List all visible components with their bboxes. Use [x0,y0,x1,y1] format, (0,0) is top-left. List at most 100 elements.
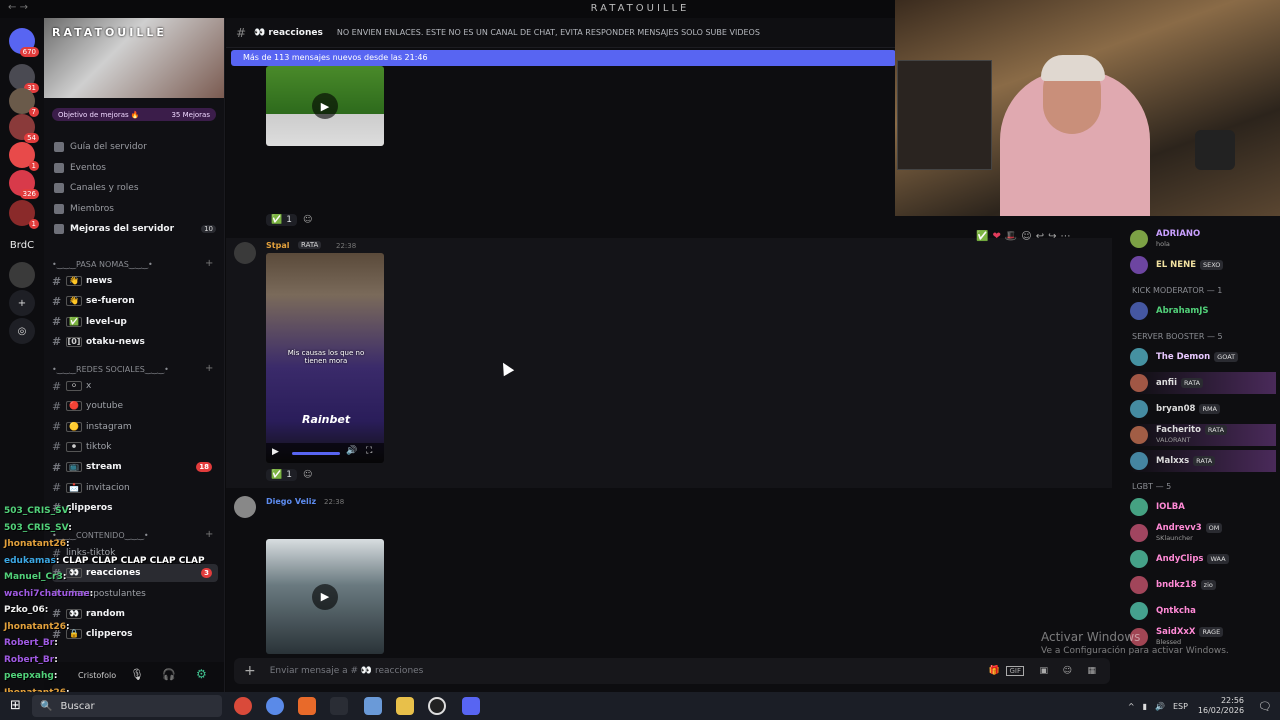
seek-bar[interactable] [292,452,340,455]
file-explorer-icon[interactable] [396,697,414,715]
live-icon[interactable] [330,697,348,715]
member-andyclips[interactable]: AndyClips WAA [1130,548,1276,570]
video-thumbnail[interactable]: ▶ [266,539,384,654]
play-icon[interactable]: ▶ [312,583,338,610]
add-server-icon[interactable]: + [9,290,35,316]
member-bndkz18[interactable]: bndkz18 zio [1130,574,1276,596]
nav-calendar[interactable]: Eventos [54,163,218,173]
add-reaction-icon[interactable]: ☺ [303,215,312,225]
channel-tiktok[interactable]: # ⚫ tiktok [52,438,218,456]
overlay-text: : [44,605,49,615]
check-reaction-icon[interactable]: ✅ [976,231,988,242]
nav-list[interactable]: Canales y roles [54,183,218,193]
category-header[interactable]: •‿‿‿REDES SOCIALES‿‿‿• [52,365,169,374]
clock[interactable]: 22:56 16/02/2026 [1198,696,1244,716]
nav-members[interactable]: Miembros [54,204,218,214]
server-icon-8[interactable]: BrdC [9,232,35,258]
channel-se-fueron[interactable]: # 👋 se-fueron [52,292,218,310]
channel-topic[interactable]: NO ENVIEN ENLACES. ESTE NO ES UN CANAL D… [337,28,760,37]
channel-news[interactable]: # 👋 news [52,272,218,290]
volume-tray-icon[interactable]: 🔊 [1155,702,1165,711]
channel-otaku-news[interactable]: # [0] otaku-news [52,333,218,351]
server-banner[interactable]: RATATOUILLE [44,18,224,98]
fullscreen-icon[interactable]: ⛶ [366,446,372,456]
member-andrevv3[interactable]: Andrevv3 OM SKlauncher [1130,522,1276,544]
reply-icon[interactable]: ↩ [1036,231,1044,242]
video-thumbnail[interactable]: ▶ [266,66,384,146]
server-icon-2[interactable]: 31 [9,64,39,93]
boost-goal-bar[interactable]: Objetivo de mejoras 🔥 35 Mejoras [52,108,216,121]
member-malxxs[interactable]: Malxxs RATA [1130,450,1276,472]
reaction-check[interactable]: ✅ 1 [266,469,297,481]
taskbar-search[interactable]: 🔍 Buscar [32,695,222,717]
member-bryan08[interactable]: bryan08 RMA [1130,398,1276,420]
volume-icon[interactable]: 🔊 [346,446,357,456]
add-reaction-icon[interactable]: ☺ [303,470,312,480]
channel-x[interactable]: # ⚪ x [52,377,218,395]
network-icon[interactable]: ▮ [1143,702,1147,711]
username[interactable]: Stpal [266,241,289,250]
tray-up-icon[interactable]: ^ [1128,702,1135,711]
forward-icon[interactable]: ↪ [1048,231,1056,242]
message-composer[interactable]: + Enviar mensaje a # 👀 reacciones 🎁 GIF … [234,658,1110,684]
channel-stream[interactable]: # 📺 stream 18 [52,458,218,476]
member-facherito[interactable]: Facherito RATA VALORANT [1130,424,1276,446]
nav-boost[interactable]: Mejoras del servidor 10 [54,224,218,234]
username[interactable]: Diego Veliz [266,497,316,506]
add-channel-icon[interactable]: + [205,363,213,374]
play-icon[interactable]: ▶ [312,93,338,119]
chrome-icon[interactable] [234,697,252,715]
member-name: Andrevv3 [1156,523,1202,533]
member-el-nene[interactable]: EL NENE SEXO [1130,254,1276,276]
language[interactable]: ESP [1173,702,1188,711]
server-icon-9[interactable] [9,262,35,288]
member-abrahamjs[interactable]: AbrahamJS [1130,300,1276,322]
server-icon-7[interactable]: 1 [9,200,39,229]
composer-input[interactable]: Enviar mensaje a # 👀 reacciones [270,666,424,676]
new-messages-bar[interactable]: Más de 113 mensajes nuevos desde las 21:… [231,50,896,66]
server-icon-5[interactable]: 1 [9,142,39,171]
server-name[interactable]: RATATOUILLE [52,26,167,39]
member-the-demon[interactable]: The Demon GOAT [1130,346,1276,368]
overlay-username: peepxahg [4,671,54,681]
hat-icon[interactable]: 🎩 [1005,231,1017,242]
server-icon-6[interactable]: 326 [9,170,39,199]
emoji-icon[interactable]: ☺ [1063,666,1072,676]
copilot-icon[interactable] [266,697,284,715]
server-icon-3[interactable]: 7 [9,88,39,117]
nav-book[interactable]: Guía del servidor [54,142,218,152]
add-reaction-icon[interactable]: ☺ [1021,231,1031,242]
member-qntkcha[interactable]: Qntkcha [1130,600,1276,622]
member-adriano[interactable]: ADRIANO hola [1130,228,1276,250]
channel-youtube[interactable]: # 🔴 youtube [52,397,218,415]
gif-icon[interactable]: GIF [1006,666,1024,676]
play-icon[interactable]: ▶ [272,447,279,457]
notification-icon[interactable]: 🗨 [1258,700,1272,713]
more-icon[interactable]: ⋯ [1061,231,1071,242]
avatar[interactable] [234,496,256,518]
channel-level-up[interactable]: # ✅ level-up [52,313,218,331]
discover-icon[interactable]: ◎ [9,318,35,344]
brave-icon[interactable] [298,697,316,715]
member-anfii[interactable]: anfii RATA [1130,372,1276,394]
add-attachment-icon[interactable]: + [244,663,256,679]
server-icon-4[interactable]: 54 [9,114,39,143]
activation-sub: Ve a Configuración para activar Windows. [1041,646,1229,656]
discord-taskbar-icon[interactable] [462,697,480,715]
notepad-icon[interactable] [364,697,382,715]
channel-invitacion[interactable]: # 📩 invitacion [52,479,218,497]
avatar[interactable] [234,242,256,264]
add-channel-icon[interactable]: + [205,258,213,269]
channel-instagram[interactable]: # 🟡 instagram [52,418,218,436]
obs-icon[interactable] [428,697,446,715]
video-player[interactable]: Mis causas los que no tienen mora Rainbe… [266,253,384,463]
server-icon-1[interactable]: 670 [9,28,39,57]
member-iolba[interactable]: IOLBA [1130,496,1276,518]
reaction-check[interactable]: ✅ 1 [266,214,297,226]
sticker-icon[interactable]: ▣ [1039,666,1048,676]
apps-icon[interactable]: ▦ [1087,666,1096,676]
category-header[interactable]: •‿‿‿PASA NOMAS‿‿‿• [52,260,153,269]
gift-icon[interactable]: 🎁 [989,666,1000,676]
windows-start-icon[interactable]: ⊞ [10,698,21,713]
heart-icon[interactable]: ❤ [992,231,1000,242]
